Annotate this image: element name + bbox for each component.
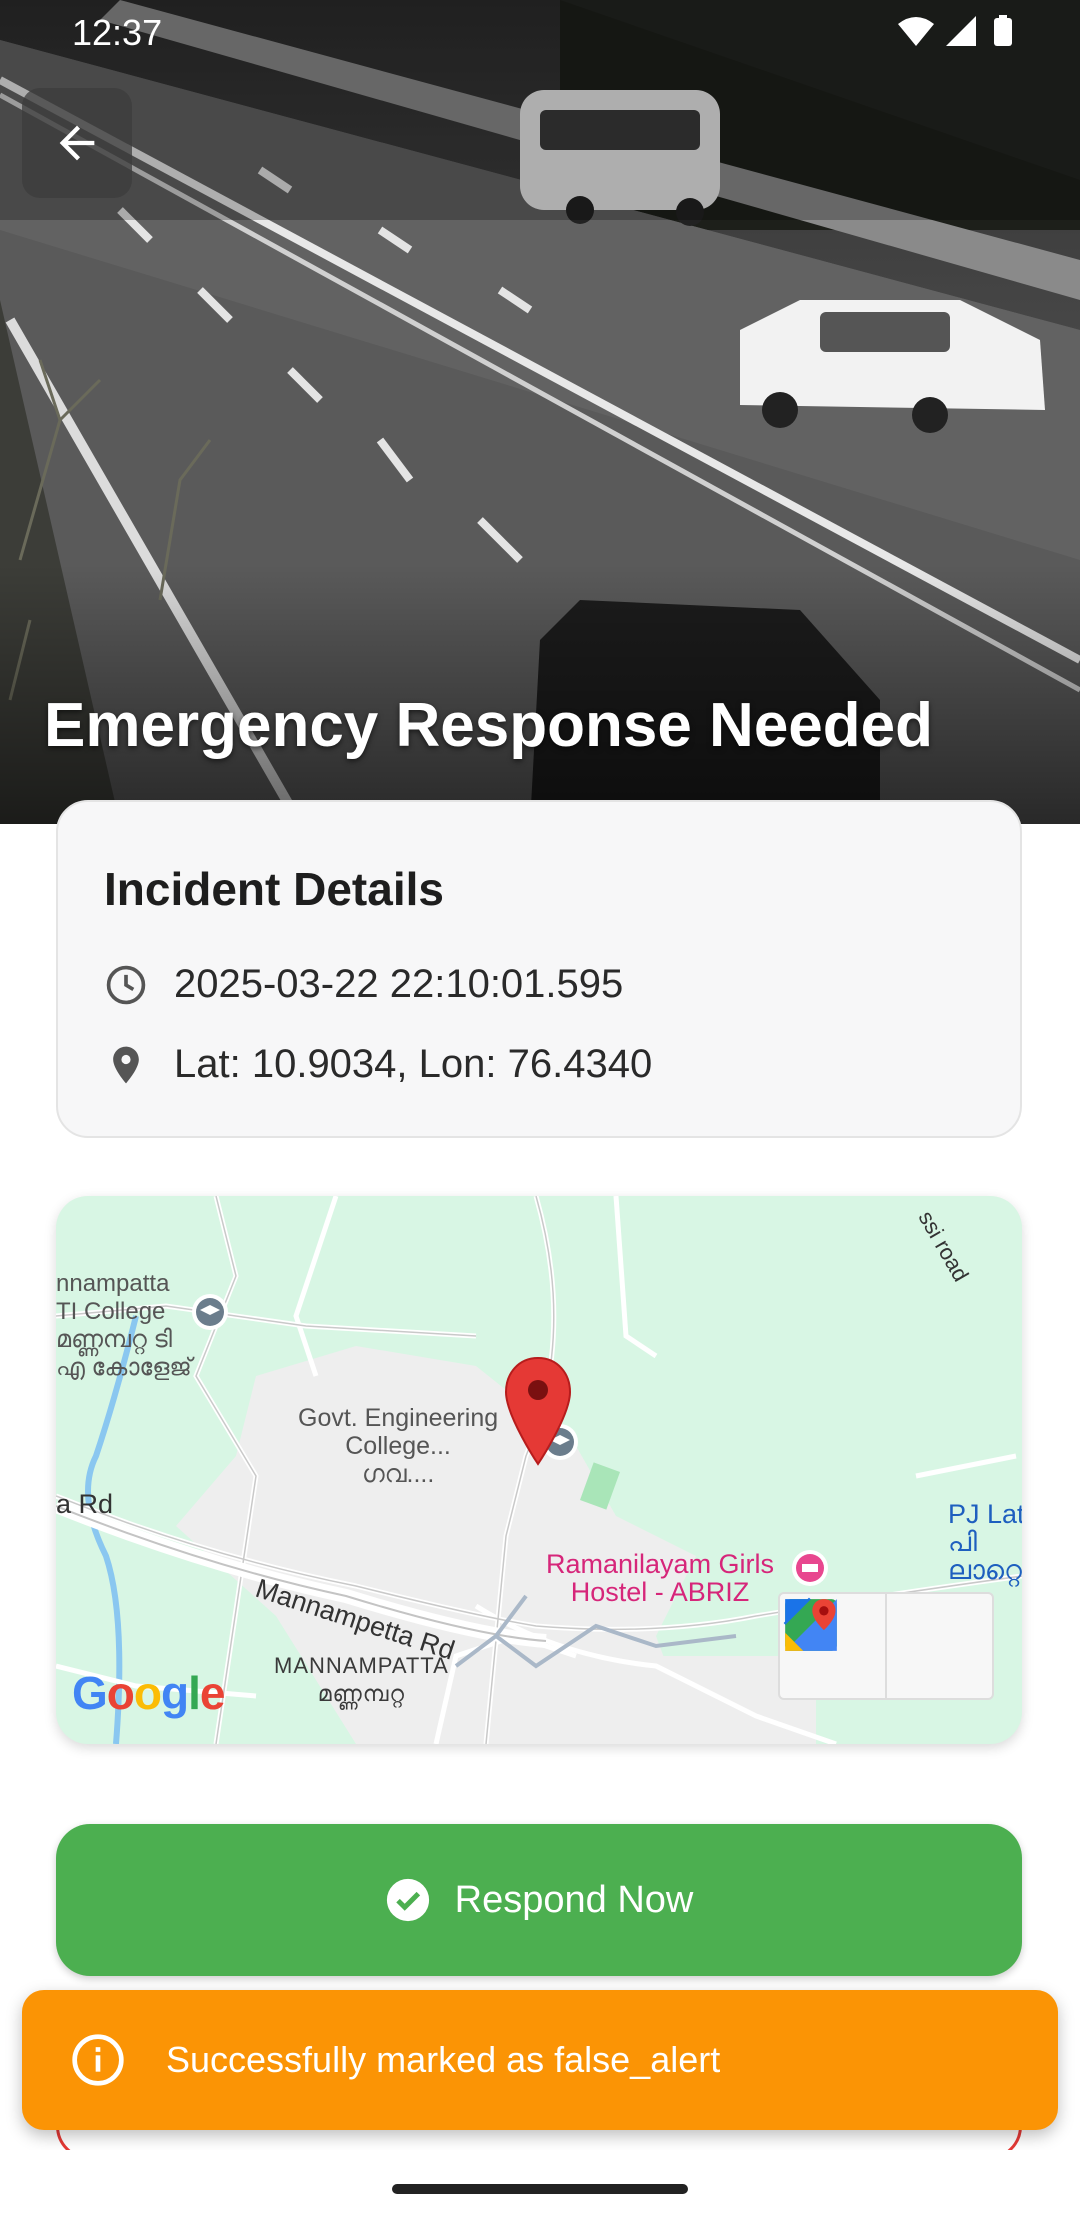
wifi-icon xyxy=(898,17,934,46)
school-poi-icon xyxy=(192,1294,228,1330)
clock-icon xyxy=(104,963,148,1007)
info-icon xyxy=(70,2032,126,2088)
map-label-tti-college: nnampatta TI College മണ്ണമ്പറ്റ ടി എ കോളേജ് xyxy=(56,1270,192,1381)
status-icons xyxy=(894,14,1024,59)
location-pin-icon xyxy=(104,1043,148,1087)
status-bar: 12:37 xyxy=(0,0,1080,64)
timestamp-row: 2025-03-22 22:10:01.595 xyxy=(104,962,623,1007)
google-maps-icon xyxy=(785,1599,837,1651)
toast-notification: Successfully marked as false_alert xyxy=(22,1990,1058,2130)
toast-message: Successfully marked as false_alert xyxy=(166,2039,721,2080)
incident-timestamp: 2025-03-22 22:10:01.595 xyxy=(174,962,624,1006)
back-button[interactable] xyxy=(22,88,132,198)
map-label-pj: PJ Latപിലാറ്റെക് xyxy=(948,1499,1022,1585)
respond-now-button[interactable]: Respond Now xyxy=(56,1824,1022,1976)
incident-camera-image: Emergency Response Needed xyxy=(0,0,1080,824)
map-label-engineering-college: Govt. Engineering College... ഗവ.... xyxy=(298,1404,499,1488)
incident-details-card: Incident Details 2025-03-22 22:10:01.595… xyxy=(56,800,1022,1138)
incident-details-title: Incident Details xyxy=(104,863,444,915)
check-circle-icon xyxy=(385,1877,431,1923)
status-time: 12:37 xyxy=(72,12,163,53)
respond-now-label: Respond Now xyxy=(454,1878,694,1921)
map-pin-icon[interactable] xyxy=(502,1354,574,1468)
page-title: Emergency Response Needed xyxy=(44,691,934,760)
map-toolbar xyxy=(778,1592,994,1700)
location-row: Lat: 10.9034, Lon: 76.4340 xyxy=(104,1042,652,1087)
map-label-hostel: Ramanilayam Girls Hostel - ABRIZ xyxy=(546,1549,775,1607)
signal-icon xyxy=(946,16,976,46)
arrow-back-icon xyxy=(59,125,95,161)
navigation-bar xyxy=(0,2150,1080,2220)
incident-location: Lat: 10.9034, Lon: 76.4340 xyxy=(174,1042,653,1086)
map-label-mannampatta: MANNAMPATTA മണ്ണമ്പറ്റ xyxy=(274,1653,449,1706)
home-gesture-handle[interactable] xyxy=(392,2184,688,2194)
battery-icon xyxy=(994,15,1012,46)
google-logo: Google xyxy=(72,1667,225,1719)
open-google-maps-button[interactable] xyxy=(785,1594,992,1698)
hostel-poi-icon xyxy=(792,1550,828,1586)
map-label-road-left: a Rd xyxy=(56,1489,114,1519)
incident-map[interactable]: nnampatta TI College മണ്ണമ്പറ്റ ടി എ കോളേജ്… xyxy=(56,1196,1022,1744)
